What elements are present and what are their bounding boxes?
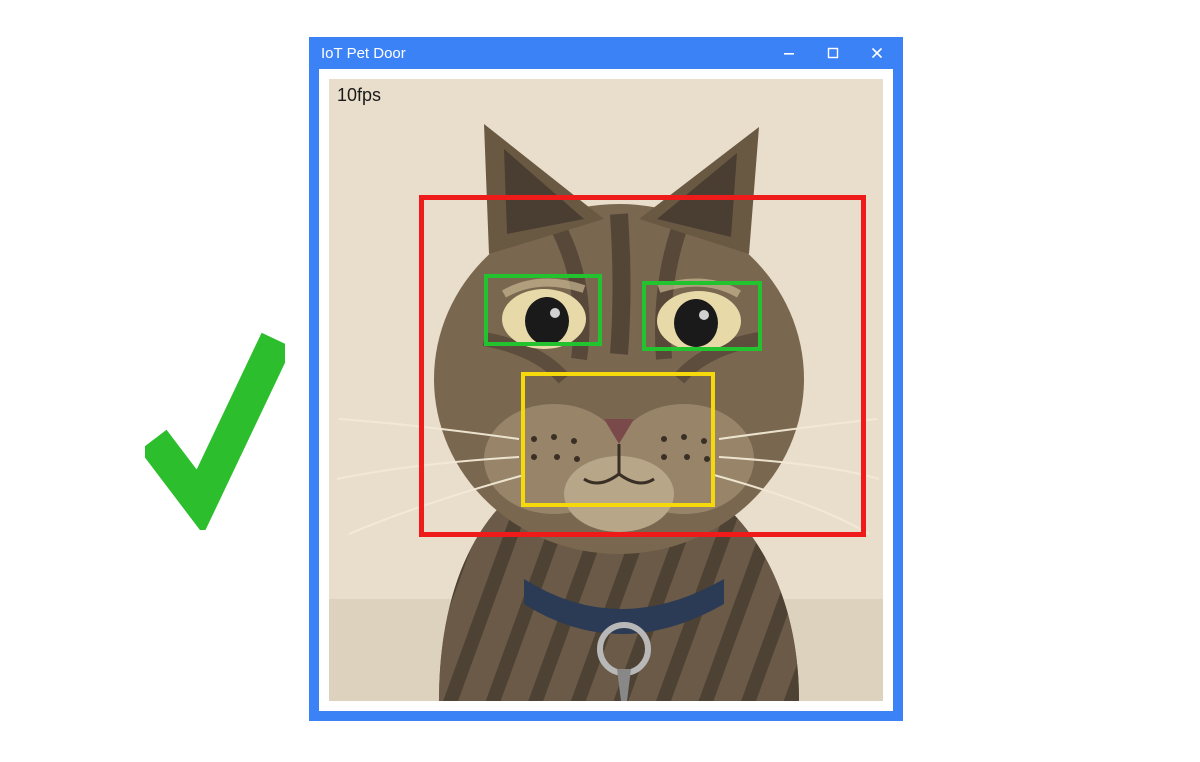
app-window: IoT Pet Door [309,37,903,721]
window-title: IoT Pet Door [321,45,406,62]
close-button[interactable] [855,37,899,69]
maximize-button[interactable] [811,37,855,69]
close-icon [871,47,883,59]
bbox-eye-right [642,281,762,351]
camera-feed: 10fps [329,79,883,701]
title-bar[interactable]: IoT Pet Door [309,37,903,69]
bbox-nose [521,372,715,507]
fps-label: 10fps [337,85,381,106]
maximize-icon [827,47,839,59]
approval-checkmark-icon [145,320,285,530]
minimize-icon [783,47,795,59]
window-controls [767,37,899,69]
minimize-button[interactable] [767,37,811,69]
bbox-eye-left [484,274,602,346]
content-area: 10fps [319,69,893,711]
